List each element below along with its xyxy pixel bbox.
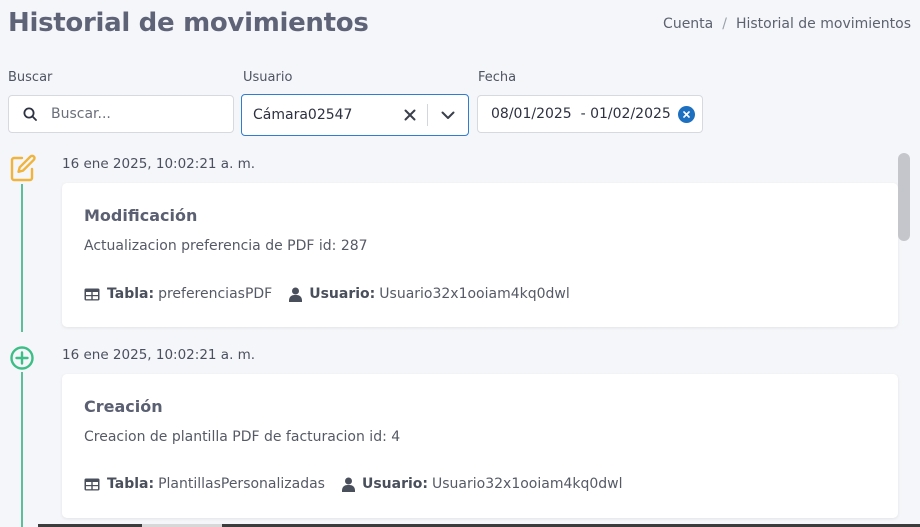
user-label: Usuario: xyxy=(309,286,376,302)
user-icon xyxy=(289,287,303,302)
table-label: Tabla: xyxy=(107,476,155,492)
date-range-field[interactable]: 08/01/2025 - 01/02/2025 xyxy=(477,95,703,133)
clear-date-button[interactable] xyxy=(678,105,695,123)
table-icon xyxy=(84,478,100,490)
event-meta: Tabla: PlantillasPersonalizadas Usuario:… xyxy=(84,476,640,492)
user-icon xyxy=(341,477,355,492)
event-title: Creación xyxy=(84,397,163,416)
clear-user-button[interactable] xyxy=(393,109,427,121)
table-value: preferenciasPDF xyxy=(158,286,273,302)
user-select[interactable]: Cámara02547 xyxy=(241,94,469,136)
event-description: Actualizacion preferencia de PDF id: 287 xyxy=(84,238,368,254)
user-dropdown-button[interactable] xyxy=(428,111,468,120)
event-meta: Tabla: preferenciasPDF Usuario: Usuario3… xyxy=(84,286,587,302)
event-title: Modificación xyxy=(84,206,198,225)
event-card: Modificación Actualizacion preferencia d… xyxy=(62,183,898,327)
date-range-value[interactable]: 08/01/2025 - 01/02/2025 xyxy=(491,106,678,122)
event-description: Creacion de plantilla PDF de facturacion… xyxy=(84,429,401,445)
event-card: Creación Creacion de plantilla PDF de fa… xyxy=(62,374,898,518)
plus-circle-icon xyxy=(9,345,35,375)
search-icon xyxy=(23,107,37,121)
table-value: PlantillasPersonalizadas xyxy=(158,476,325,492)
timeline-line xyxy=(21,372,23,527)
chevron-down-icon xyxy=(441,111,455,119)
close-icon xyxy=(404,109,416,121)
breadcrumb-item-current: Historial de movimientos xyxy=(735,16,911,32)
date-label: Fecha xyxy=(478,70,517,85)
event-table: Tabla: preferenciasPDF xyxy=(84,286,272,302)
breadcrumb-item-cuenta[interactable]: Cuenta xyxy=(663,16,713,32)
edit-icon xyxy=(9,154,37,186)
search-field[interactable] xyxy=(8,95,234,133)
page-title: Historial de movimientos xyxy=(8,8,369,38)
event-timestamp: 16 ene 2025, 10:02:21 a. m. xyxy=(62,156,256,172)
search-label: Buscar xyxy=(8,70,53,85)
table-icon xyxy=(84,288,100,300)
event-user: Usuario: Usuario32x1ooiam4kq0dwl xyxy=(341,476,623,492)
timeline-line xyxy=(21,184,23,332)
user-label: Usuario xyxy=(243,70,293,85)
breadcrumb: Cuenta / Historial de movimientos xyxy=(663,16,911,32)
scrollbar-thumb[interactable] xyxy=(898,153,910,241)
table-label: Tabla: xyxy=(107,286,155,302)
user-value: Usuario32x1ooiam4kq0dwl xyxy=(379,286,570,302)
breadcrumb-separator: / xyxy=(722,16,727,32)
event-table: Tabla: PlantillasPersonalizadas xyxy=(84,476,325,492)
user-select-value[interactable]: Cámara02547 xyxy=(253,107,393,123)
search-input[interactable] xyxy=(51,106,211,122)
close-icon xyxy=(683,110,690,118)
event-user: Usuario: Usuario32x1ooiam4kq0dwl xyxy=(289,286,570,302)
event-timestamp: 16 ene 2025, 10:02:21 a. m. xyxy=(62,347,256,363)
user-value: Usuario32x1ooiam4kq0dwl xyxy=(432,476,623,492)
user-label: Usuario: xyxy=(361,476,429,492)
